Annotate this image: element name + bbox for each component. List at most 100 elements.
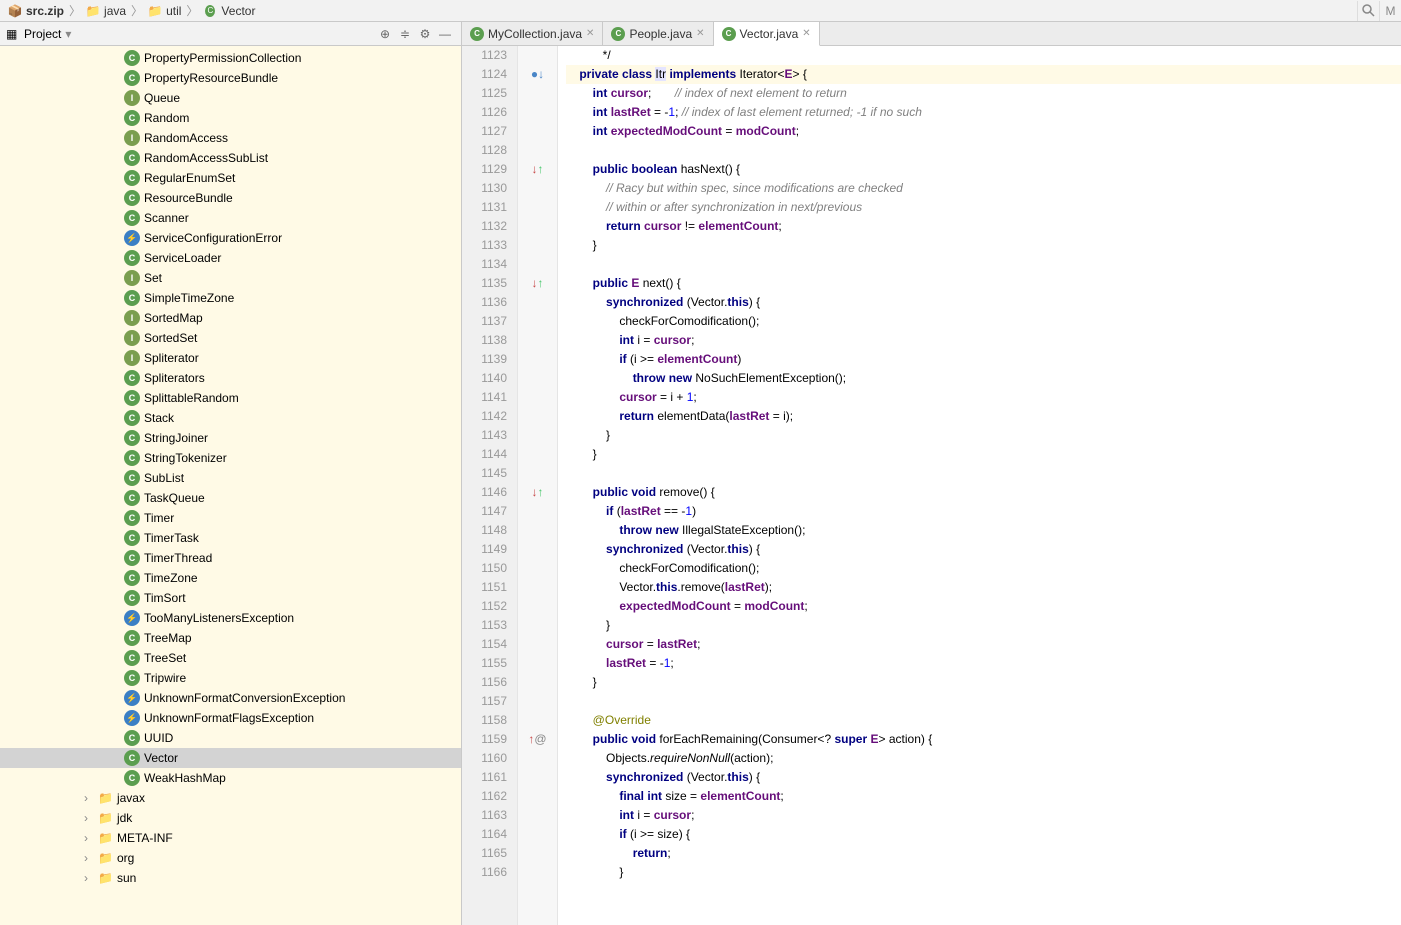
tree-item-label: SubList <box>144 471 184 485</box>
tree-package-javax[interactable]: ›📁javax <box>0 788 461 808</box>
breadcrumb-item[interactable]: util <box>166 4 181 18</box>
tree-item-splittablerandom[interactable]: CSplittableRandom <box>0 388 461 408</box>
tree-item-scanner[interactable]: CScanner <box>0 208 461 228</box>
tree-item-label: TimerThread <box>144 551 212 565</box>
dropdown-icon[interactable]: ▾ <box>65 27 71 41</box>
tree-item-unknownformatflagsexception[interactable]: ⚡UnknownFormatFlagsException <box>0 708 461 728</box>
tree-item-propertyresourcebundle[interactable]: CPropertyResourceBundle <box>0 68 461 88</box>
tree-item-timer[interactable]: CTimer <box>0 508 461 528</box>
expand-icon[interactable]: › <box>84 791 96 805</box>
tree-item-label: Spliterator <box>144 351 199 365</box>
tree-item-randomaccess[interactable]: IRandomAccess <box>0 128 461 148</box>
tree-item-label: UnknownFormatConversionException <box>144 691 345 705</box>
tab-vector[interactable]: CVector.java✕ <box>714 22 820 46</box>
tree-item-taskqueue[interactable]: CTaskQueue <box>0 488 461 508</box>
tree-item-serviceconfigurationerror[interactable]: ⚡ServiceConfigurationError <box>0 228 461 248</box>
tree-item-label: SimpleTimeZone <box>144 291 234 305</box>
project-title[interactable]: Project <box>24 27 61 41</box>
tree-item-sortedmap[interactable]: ISortedMap <box>0 308 461 328</box>
folder-icon: 📁 <box>98 791 113 805</box>
tree-item-tripwire[interactable]: CTripwire <box>0 668 461 688</box>
tree-item-treeset[interactable]: CTreeSet <box>0 648 461 668</box>
expand-icon[interactable]: › <box>84 851 96 865</box>
class-icon: C <box>124 110 140 126</box>
tree-item-sortedset[interactable]: ISortedSet <box>0 328 461 348</box>
collapse-all-button[interactable]: ≑ <box>395 24 415 44</box>
tab-people[interactable]: CPeople.java✕ <box>603 22 713 45</box>
class-icon: C <box>611 27 625 41</box>
tree-package-org[interactable]: ›📁org <box>0 848 461 868</box>
tab-mycollection[interactable]: CMyCollection.java✕ <box>462 22 603 45</box>
tree-item-timezone[interactable]: CTimeZone <box>0 568 461 588</box>
breadcrumb-item[interactable]: Vector <box>221 4 255 18</box>
tree-item-timertask[interactable]: CTimerTask <box>0 528 461 548</box>
tree-item-toomanylistenersexception[interactable]: ⚡TooManyListenersException <box>0 608 461 628</box>
tree-item-randomaccesssublist[interactable]: CRandomAccessSubList <box>0 148 461 168</box>
tree-item-weakhashmap[interactable]: CWeakHashMap <box>0 768 461 788</box>
class-icon: C <box>124 370 140 386</box>
tree-item-resourcebundle[interactable]: CResourceBundle <box>0 188 461 208</box>
tree-item-queue[interactable]: IQueue <box>0 88 461 108</box>
tree-item-spliterator[interactable]: ISpliterator <box>0 348 461 368</box>
close-icon[interactable]: ✕ <box>696 28 704 39</box>
exception-icon: ⚡ <box>124 610 140 626</box>
hide-button[interactable]: — <box>435 24 455 44</box>
class-icon: C <box>124 570 140 586</box>
tree-item-label: Tripwire <box>144 671 186 685</box>
class-icon: C <box>124 490 140 506</box>
tree-item-stringtokenizer[interactable]: CStringTokenizer <box>0 448 461 468</box>
tree-item-label: SortedMap <box>144 311 203 325</box>
class-icon: C <box>470 27 484 41</box>
tree-item-stack[interactable]: CStack <box>0 408 461 428</box>
tree-item-stringjoiner[interactable]: CStringJoiner <box>0 428 461 448</box>
class-icon: C <box>124 470 140 486</box>
interface-icon: I <box>124 130 140 146</box>
expand-icon[interactable]: › <box>84 871 96 885</box>
breadcrumb-item[interactable]: java <box>104 4 126 18</box>
tree-item-label: SplittableRandom <box>144 391 239 405</box>
tree-item-spliterators[interactable]: CSpliterators <box>0 368 461 388</box>
archive-icon: 📦 <box>8 4 22 18</box>
project-sidebar: ▦ Project ▾ ⊕ ≑ ⚙ — CPropertyPermissionC… <box>0 22 462 925</box>
tree-item-treemap[interactable]: CTreeMap <box>0 628 461 648</box>
tree-item-simpletimezone[interactable]: CSimpleTimeZone <box>0 288 461 308</box>
tree-package-meta-inf[interactable]: ›📁META-INF <box>0 828 461 848</box>
scroll-from-source-button[interactable]: ⊕ <box>375 24 395 44</box>
tree-item-set[interactable]: ISet <box>0 268 461 288</box>
settings-button[interactable]: ⚙ <box>415 24 435 44</box>
tree-item-unknownformatconversionexception[interactable]: ⚡UnknownFormatConversionException <box>0 688 461 708</box>
code-content[interactable]: */ private class Itr implements Iterator… <box>558 46 1401 925</box>
project-tool-header: ▦ Project ▾ ⊕ ≑ ⚙ — <box>0 22 461 46</box>
class-icon: C <box>124 410 140 426</box>
tree-item-label: StringTokenizer <box>144 451 227 465</box>
tree-item-regularenumset[interactable]: CRegularEnumSet <box>0 168 461 188</box>
tab-label: Vector.java <box>740 27 799 41</box>
close-icon[interactable]: ✕ <box>586 28 594 39</box>
gutter-marks[interactable]: ●↓↓↑↓↑↓↑↑@ <box>518 46 558 925</box>
tree-item-serviceloader[interactable]: CServiceLoader <box>0 248 461 268</box>
line-number-gutter[interactable]: 1123112411251126112711281129113011311132… <box>462 46 518 925</box>
expand-icon[interactable]: › <box>84 811 96 825</box>
folder-icon: 📁 <box>98 811 113 825</box>
tree-item-vector[interactable]: CVector <box>0 748 461 768</box>
code-editor[interactable]: 1123112411251126112711281129113011311132… <box>462 46 1401 925</box>
folder-icon: 📁 <box>98 831 113 845</box>
tree-item-propertypermissioncollection[interactable]: CPropertyPermissionCollection <box>0 48 461 68</box>
tree-package-sun[interactable]: ›📁sun <box>0 868 461 888</box>
tree-item-label: TimerTask <box>144 531 199 545</box>
breadcrumb-item[interactable]: src.zip <box>26 4 64 18</box>
tree-package-jdk[interactable]: ›📁jdk <box>0 808 461 828</box>
tree-item-timerthread[interactable]: CTimerThread <box>0 548 461 568</box>
maven-tool-button[interactable]: M <box>1379 1 1401 21</box>
tree-item-timsort[interactable]: CTimSort <box>0 588 461 608</box>
tree-item-sublist[interactable]: C SubList <box>0 468 461 488</box>
close-icon[interactable]: ✕ <box>802 28 810 39</box>
expand-icon[interactable]: › <box>84 831 96 845</box>
tree-item-uuid[interactable]: CUUID <box>0 728 461 748</box>
chevron-right-icon: 〉 <box>186 2 198 19</box>
folder-icon: 📁 <box>86 4 100 18</box>
project-tree[interactable]: CPropertyPermissionCollectionCPropertyRe… <box>0 46 461 925</box>
tree-item-random[interactable]: CRandom <box>0 108 461 128</box>
search-everywhere-button[interactable] <box>1357 1 1379 21</box>
class-icon: C <box>124 70 140 86</box>
